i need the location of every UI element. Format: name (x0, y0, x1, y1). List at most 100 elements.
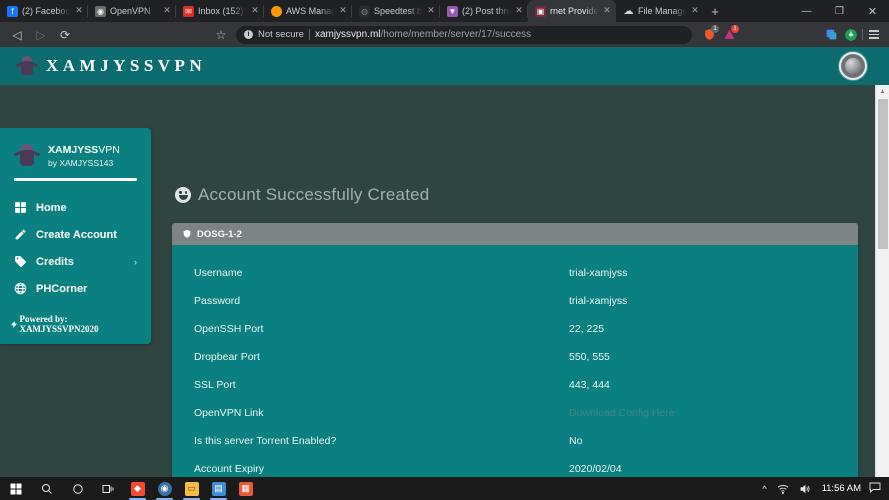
window-controls: — ❐ ✕ (790, 0, 889, 22)
card-header: DOSG-1-2 (172, 223, 858, 245)
taskbar-clock[interactable]: 11:56 AM (816, 483, 867, 494)
grid-dashboard-icon (15, 202, 26, 213)
browser-window: f (2) Facebook ✕ ◉ OpenVPN ✕ ✉ Inbox (15… (0, 0, 889, 500)
row-value: No (569, 435, 583, 447)
mail-icon: ✉ (183, 5, 194, 17)
address-bar[interactable]: i Not secure xamjyssvpn.ml/home/member/s… (236, 25, 692, 44)
tab-close-icon[interactable]: ✕ (426, 6, 436, 16)
row-value: 2020/02/04 (569, 463, 622, 475)
sidebar-item-label: PHCorner (36, 282, 88, 295)
tab-label: (2) Post threa (462, 6, 510, 16)
card-body: Username trial-xamjyss Password trial-xa… (172, 245, 858, 477)
tab-close-icon[interactable]: ✕ (74, 6, 84, 16)
row-key: OpenSSH Port (194, 323, 264, 335)
cortana-icon[interactable] (62, 477, 93, 500)
taskbar-app-windows-store[interactable]: ▤ (205, 477, 232, 500)
close-button[interactable]: ✕ (856, 0, 889, 22)
tab-close-icon[interactable]: ✕ (514, 6, 524, 16)
sidebar: XAMJYSSVPN by XAMJYSS143 Home Create Acc… (0, 128, 151, 345)
sidebar-item-credits[interactable]: Credits › (0, 248, 151, 275)
browser-tab-7[interactable]: ☁ File Manager ✕ (616, 0, 704, 22)
tab-label: File Manager (638, 6, 686, 16)
volume-icon[interactable] (794, 484, 816, 494)
browser-tab-6-active[interactable]: ▣ rnet Provider. ✕ (528, 0, 616, 22)
tab-close-icon[interactable]: ✕ (338, 6, 348, 16)
profile-icon[interactable] (822, 26, 840, 44)
security-status-label: Not secure (258, 29, 304, 40)
openvpn-icon: ◉ (95, 5, 106, 17)
tab-strip: f (2) Facebook ✕ ◉ OpenVPN ✕ ✉ Inbox (15… (0, 0, 889, 22)
browser-toolbar: ◁ ▷ ⟳ ☆ i Not secure xamjyssvpn.ml/home/… (0, 22, 889, 47)
browser-tab-1[interactable]: ◉ OpenVPN ✕ (88, 0, 176, 22)
tab-close-icon[interactable]: ✕ (250, 6, 260, 16)
tab-close-icon[interactable]: ✕ (162, 6, 172, 16)
download-icon[interactable] (842, 26, 860, 44)
sidebar-item-home[interactable]: Home (0, 194, 151, 221)
new-tab-button[interactable]: + (704, 0, 726, 22)
tab-label: OpenVPN (110, 6, 151, 16)
minimize-button[interactable]: — (790, 0, 823, 22)
row-key: Account Expiry (194, 463, 265, 475)
taskbar-app-photos[interactable]: ▦ (232, 477, 259, 500)
omnibox-divider (308, 29, 310, 40)
scroll-up-arrow-icon[interactable]: ▲ (876, 85, 889, 98)
tab-label: (2) Facebook (22, 6, 70, 16)
search-icon[interactable] (31, 477, 62, 500)
table-row: Is this server Torrent Enabled? No (172, 427, 858, 455)
shield-icon (183, 229, 191, 238)
back-nav-icon[interactable]: ◁ (6, 24, 28, 46)
sidebar-item-phcorner[interactable]: PHCorner (0, 275, 151, 302)
not-secure-info-icon[interactable]: i (244, 30, 253, 39)
task-view-icon[interactable] (93, 477, 124, 500)
table-row: Username trial-xamjyss (172, 259, 858, 287)
forward-nav-icon[interactable]: ▷ (30, 24, 52, 46)
site-header: XAMJYSSVPN (0, 47, 889, 85)
tab-close-icon[interactable]: ✕ (602, 6, 612, 16)
forum-icon: ▼ (447, 5, 458, 17)
aws-icon (271, 5, 282, 17)
browser-tab-5[interactable]: ▼ (2) Post threa ✕ (440, 0, 528, 22)
ninja-avatar-icon (13, 141, 41, 169)
shield-badge-count: 1 (711, 24, 719, 33)
taskbar-app-file-explorer[interactable]: ▭ (178, 477, 205, 500)
provider-icon: ▣ (535, 5, 546, 17)
table-row: Dropbear Port 550, 555 (172, 343, 858, 371)
adblock-icon[interactable]: 1 (720, 24, 739, 44)
sidebar-chevron: › (134, 256, 137, 267)
sidebar-footer-text: Powered by: XAMJYSSVPN2020 (19, 314, 99, 335)
browser-tab-0[interactable]: f (2) Facebook ✕ (0, 0, 88, 22)
card-header-title: DOSG-1-2 (197, 228, 242, 240)
user-avatar-icon[interactable] (839, 52, 867, 80)
table-row: SSL Port 443, 444 (172, 371, 858, 399)
browser-tab-3[interactable]: AWS Manage ✕ (264, 0, 352, 22)
speedtest-icon: ◍ (359, 5, 370, 17)
brand-logo[interactable]: XAMJYSSVPN (15, 54, 206, 78)
sidebar-item-create-account[interactable]: Create Account (0, 221, 151, 248)
bookmark-icon[interactable]: ☆ (210, 24, 232, 46)
windows-start-icon[interactable] (0, 477, 31, 500)
reload-icon[interactable]: ⟳ (54, 24, 76, 46)
kebab-menu-icon[interactable] (865, 30, 883, 39)
adblock-badge-count: 1 (731, 24, 739, 33)
sidebar-username-bold: XAMJYSS (48, 144, 99, 156)
page-scrollbar[interactable]: ▲ (875, 85, 889, 477)
row-value: 22, 225 (569, 323, 605, 335)
sidebar-username: XAMJYSSVPN (48, 144, 120, 156)
download-config-link[interactable]: Download Config Here (569, 407, 836, 419)
page-title-text: Account Successfully Created (198, 185, 430, 204)
photos-icon: ▦ (238, 481, 253, 496)
wifi-icon[interactable] (772, 484, 794, 494)
row-value: trial-xamjyss (569, 267, 628, 279)
action-center-icon[interactable] (867, 482, 887, 496)
sidebar-footer: Powered by: XAMJYSSVPN2020 (0, 314, 151, 334)
restore-button[interactable]: ❐ (823, 0, 856, 22)
tray-chevron-icon[interactable]: ^ (757, 484, 771, 494)
folder-icon: ▭ (184, 481, 199, 496)
taskbar-app-chrome-browser[interactable]: ◉ (151, 477, 178, 500)
tab-close-icon[interactable]: ✕ (690, 6, 700, 16)
browser-tab-4[interactable]: ◍ Speedtest by ✕ (352, 0, 440, 22)
browser-tab-2[interactable]: ✉ Inbox (152) - r ✕ (176, 0, 264, 22)
scrollbar-thumb[interactable] (878, 99, 888, 249)
brave-shield-icon[interactable]: 1 (700, 24, 719, 44)
taskbar-app-brave-browser[interactable]: ◆ (124, 477, 151, 500)
